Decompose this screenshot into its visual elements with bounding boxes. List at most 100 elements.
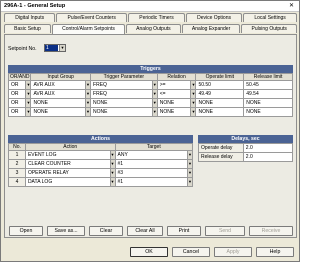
trigger-cell-release-limit: 49.54 bbox=[243, 89, 293, 99]
chevron-down-icon[interactable]: ▼ bbox=[25, 99, 31, 107]
action-cell-action: OPERATE RELAY ▼ bbox=[24, 168, 116, 178]
operate-delay-input[interactable]: 2.0 bbox=[242, 143, 294, 153]
relation-dropdown[interactable]: NONE ▼ bbox=[158, 108, 196, 116]
send-button[interactable]: Send bbox=[205, 226, 245, 236]
chevron-down-icon[interactable]: ▼ bbox=[109, 178, 115, 186]
delays-header: Delays, sec bbox=[198, 135, 293, 143]
action-dropdown[interactable]: OPERATE RELAY ▼ bbox=[26, 169, 115, 177]
chevron-down-icon[interactable]: ▼ bbox=[85, 90, 91, 98]
operate-limit-input[interactable]: NONE bbox=[196, 99, 243, 107]
open-button[interactable]: Open bbox=[9, 226, 43, 236]
target-dropdown[interactable]: #1 ▼ bbox=[116, 160, 192, 168]
tab-local-settings[interactable]: Local Settings bbox=[243, 13, 297, 22]
trigger-row: OR ▼ AVR AUX ▼ FREQ ▼ <= ▼ 49.49 49.54 bbox=[7, 89, 293, 99]
trigger-parameter-dropdown[interactable]: NONE ▼ bbox=[91, 99, 157, 107]
chevron-down-icon[interactable]: ▼ bbox=[109, 169, 115, 177]
operate-limit-input[interactable]: 50.50 bbox=[196, 81, 243, 89]
close-icon[interactable]: ✕ bbox=[287, 2, 296, 10]
target-dropdown[interactable]: ANY ▼ bbox=[116, 151, 192, 159]
chevron-down-icon[interactable]: ▼ bbox=[85, 108, 91, 116]
trigger-cell-relation: NONE ▼ bbox=[156, 107, 197, 117]
or-and-dropdown[interactable]: OR ▼ bbox=[9, 108, 31, 116]
tab-analog-outputs[interactable]: Analog Outputs bbox=[126, 24, 181, 33]
trigger-parameter-dropdown[interactable]: FREQ ▼ bbox=[91, 81, 157, 89]
clear-button[interactable]: Clear bbox=[89, 226, 123, 236]
trigger-parameter-dropdown[interactable]: FREQ ▼ bbox=[91, 90, 157, 98]
tab-device-options[interactable]: Device Options bbox=[185, 13, 243, 22]
chevron-down-icon[interactable]: ▼ bbox=[190, 99, 196, 107]
ok-button[interactable]: OK bbox=[130, 247, 168, 257]
chevron-down-icon[interactable]: ▼ bbox=[187, 169, 192, 177]
chevron-down-icon[interactable]: ▼ bbox=[187, 178, 192, 186]
action-row: 1 EVENT LOG ▼ ANY ▼ bbox=[8, 150, 194, 160]
chevron-down-icon[interactable]: ▼ bbox=[109, 151, 115, 159]
chevron-down-icon[interactable]: ▼ bbox=[85, 81, 91, 89]
chevron-down-icon[interactable]: ▼ bbox=[85, 99, 91, 107]
relation-value: <= bbox=[159, 91, 166, 97]
chevron-down-icon[interactable]: ▼ bbox=[109, 160, 115, 168]
release-limit-input[interactable]: 49.54 bbox=[244, 90, 292, 98]
cancel-button[interactable]: Cancel bbox=[172, 247, 210, 257]
input-group-dropdown[interactable]: NONE ▼ bbox=[31, 99, 91, 107]
target-dropdown[interactable]: #1 ▼ bbox=[116, 178, 192, 186]
tab-pulse-event-counters[interactable]: Pulse/Event Counters bbox=[56, 13, 128, 22]
input-group-value: AVR AUX bbox=[33, 82, 55, 88]
help-button[interactable]: Help bbox=[256, 247, 294, 257]
chevron-down-icon[interactable]: ▼ bbox=[151, 108, 157, 116]
or-and-dropdown[interactable]: OR ▼ bbox=[9, 90, 31, 98]
col-relation: Relation bbox=[156, 73, 197, 81]
trigger-cell-release-limit: NONE bbox=[243, 107, 293, 117]
tab-periodic-timers[interactable]: Periodic Timers bbox=[128, 13, 185, 22]
action-dropdown[interactable]: EVENT LOG ▼ bbox=[26, 151, 115, 159]
relation-value: >= bbox=[159, 82, 166, 88]
input-group-dropdown[interactable]: AVR AUX ▼ bbox=[31, 90, 91, 98]
col-or-and: OR/AND bbox=[7, 73, 32, 81]
clear-all-button[interactable]: Clear All bbox=[127, 226, 163, 236]
chevron-down-icon[interactable]: ▼ bbox=[187, 151, 192, 159]
chevron-down-icon[interactable]: ▼ bbox=[190, 81, 196, 89]
action-number: 3 bbox=[8, 168, 26, 178]
action-dropdown[interactable]: CLEAR COUNTER ▼ bbox=[26, 160, 115, 168]
chevron-down-icon[interactable]: ▼ bbox=[59, 45, 65, 51]
release-limit-input[interactable]: NONE bbox=[244, 108, 292, 116]
chevron-down-icon[interactable]: ▼ bbox=[25, 81, 31, 89]
action-dropdown[interactable]: DATA LOG ▼ bbox=[26, 178, 115, 186]
operate-limit-input[interactable]: NONE bbox=[196, 108, 243, 116]
relation-dropdown[interactable]: <= ▼ bbox=[158, 90, 196, 98]
setpoint-dropdown[interactable]: 1 ▼ bbox=[44, 44, 66, 52]
tab-digital-inputs[interactable]: Digital Inputs bbox=[4, 13, 56, 22]
tab-control-alarm-setpoints[interactable]: Control/Alarm Setpoints bbox=[51, 24, 126, 34]
chevron-down-icon[interactable]: ▼ bbox=[187, 160, 192, 168]
operate-delay-label: Operate delay bbox=[198, 143, 244, 153]
or-and-value: OR bbox=[11, 100, 19, 106]
title-bar: 296A-1 - General Setup ✕ bbox=[1, 1, 299, 12]
tab-basic-setup[interactable]: Basic Setup bbox=[4, 24, 51, 33]
chevron-down-icon[interactable]: ▼ bbox=[190, 108, 196, 116]
chevron-down-icon[interactable]: ▼ bbox=[151, 99, 157, 107]
operate-limit-value: 49.49 bbox=[198, 91, 211, 97]
or-and-dropdown[interactable]: OR ▼ bbox=[9, 99, 31, 107]
input-group-dropdown[interactable]: NONE ▼ bbox=[31, 108, 91, 116]
trigger-cell-or-and: OR ▼ bbox=[7, 98, 32, 108]
receive-button[interactable]: Receive bbox=[249, 226, 293, 236]
trigger-parameter-dropdown[interactable]: NONE ▼ bbox=[91, 108, 157, 116]
operate-limit-input[interactable]: 49.49 bbox=[196, 90, 243, 98]
relation-dropdown[interactable]: >= ▼ bbox=[158, 81, 196, 89]
tab-pulsing-outputs[interactable]: Pulsing Outputs bbox=[241, 24, 297, 33]
release-limit-input[interactable]: 50.45 bbox=[244, 81, 292, 89]
save-as-button[interactable]: Save as... bbox=[47, 226, 85, 236]
relation-dropdown[interactable]: NONE ▼ bbox=[158, 99, 196, 107]
release-delay-input[interactable]: 2.0 bbox=[242, 152, 294, 162]
target-dropdown[interactable]: #3 ▼ bbox=[116, 169, 192, 177]
chevron-down-icon[interactable]: ▼ bbox=[190, 90, 196, 98]
chevron-down-icon[interactable]: ▼ bbox=[25, 90, 31, 98]
apply-button[interactable]: Apply bbox=[214, 247, 252, 257]
chevron-down-icon[interactable]: ▼ bbox=[151, 81, 157, 89]
chevron-down-icon[interactable]: ▼ bbox=[25, 108, 31, 116]
chevron-down-icon[interactable]: ▼ bbox=[151, 90, 157, 98]
or-and-dropdown[interactable]: OR ▼ bbox=[9, 81, 31, 89]
release-limit-input[interactable]: NONE bbox=[244, 99, 292, 107]
print-button[interactable]: Print bbox=[167, 226, 201, 236]
input-group-dropdown[interactable]: AVR AUX ▼ bbox=[31, 81, 91, 89]
tab-analog-expander[interactable]: Analog Expander bbox=[181, 24, 241, 33]
